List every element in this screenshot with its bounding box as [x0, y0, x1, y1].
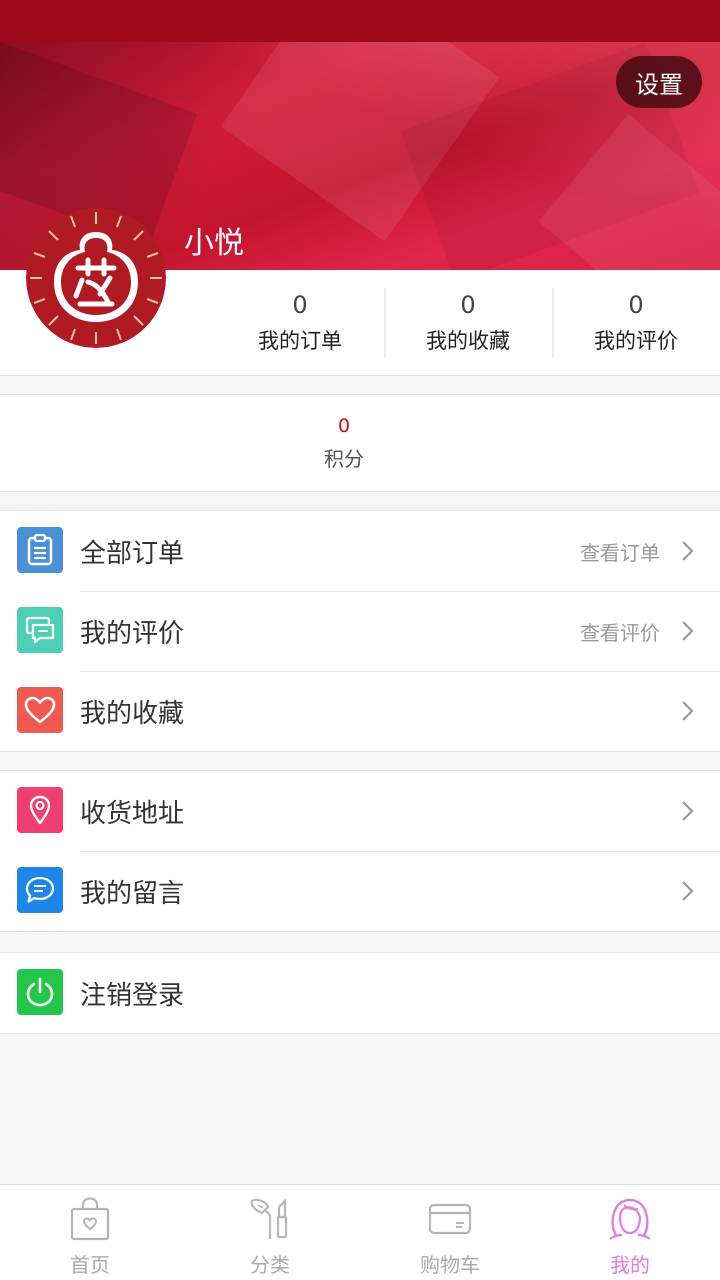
- menu-logout-label: 注销登录: [80, 980, 185, 1011]
- stat-orders[interactable]: 0 我的订单: [216, 270, 384, 376]
- user-face-icon: [609, 1198, 651, 1240]
- makeup-brush-icon: [250, 1198, 288, 1239]
- menu-all-orders-hint: 查看订单: [580, 540, 660, 565]
- clipboard-icon: [17, 527, 63, 573]
- chevron-right-icon: [682, 881, 694, 901]
- tab-category-label: 分类: [250, 1253, 290, 1277]
- menu-all-orders-label: 全部订单: [80, 538, 185, 569]
- status-bar: [0, 0, 720, 42]
- tab-mine-label: 我的: [610, 1253, 650, 1277]
- chevron-right-icon: [682, 541, 694, 561]
- menu-my-reviews[interactable]: 我的评价 查看评价: [0, 591, 720, 671]
- menu-my-reviews-hint: 查看评价: [580, 620, 660, 645]
- stat-reviews[interactable]: 0 我的评价: [552, 270, 720, 376]
- stat-orders-count: 0: [292, 290, 308, 319]
- settings-button[interactable]: 设置: [616, 56, 702, 108]
- menu-my-favorites-label: 我的收藏: [80, 698, 185, 729]
- menu-shipping-address-label: 收货地址: [80, 798, 185, 829]
- chevron-right-icon: [682, 621, 694, 641]
- menu-all-orders[interactable]: 全部订单 查看订单: [0, 511, 720, 591]
- menu-shipping-address[interactable]: 收货地址: [0, 771, 720, 851]
- tab-cart-label: 购物车: [420, 1253, 480, 1277]
- tab-category[interactable]: 分类: [180, 1185, 360, 1280]
- tab-cart[interactable]: 购物车: [360, 1185, 540, 1280]
- menu-group-account: 收货地址 我的留言: [0, 770, 720, 932]
- points-card: 0 积分: [0, 394, 720, 492]
- chevron-right-icon: [682, 701, 694, 721]
- tab-home[interactable]: 首页: [0, 1185, 180, 1280]
- username: 小悦: [184, 226, 244, 261]
- message-icon: [17, 867, 63, 913]
- points-value: 0: [337, 415, 351, 437]
- tab-home-label: 首页: [70, 1253, 110, 1277]
- comment-icon: [17, 607, 63, 653]
- avatar[interactable]: [26, 208, 166, 348]
- menu-logout[interactable]: 注销登录: [0, 953, 720, 1033]
- menu-group-orders: 全部订单 查看订单 我的评价 查看评价 我的收藏: [0, 510, 720, 752]
- stat-favorites-label: 我的收藏: [426, 329, 510, 354]
- chevron-right-icon: [682, 801, 694, 821]
- stat-favorites[interactable]: 0 我的收藏: [384, 270, 552, 376]
- menu-my-messages[interactable]: 我的留言: [0, 851, 720, 931]
- power-icon: [17, 969, 63, 1015]
- stat-reviews-count: 0: [628, 290, 644, 319]
- bottom-tab-bar: 首页 分类 购物车 我的: [0, 1184, 720, 1280]
- stat-reviews-label: 我的评价: [594, 329, 678, 354]
- profile-stats: 0 我的订单 0 我的收藏 0 我的评价: [216, 270, 720, 376]
- menu-my-messages-label: 我的留言: [80, 878, 185, 909]
- card-icon: [428, 1203, 472, 1235]
- stat-orders-label: 我的订单: [258, 329, 342, 354]
- menu-my-favorites[interactable]: 我的收藏: [0, 671, 720, 751]
- tab-mine[interactable]: 我的: [540, 1185, 720, 1280]
- menu-group-logout: 注销登录: [0, 952, 720, 1034]
- points-label: 积分: [324, 447, 364, 471]
- menu-my-reviews-label: 我的评价: [80, 618, 185, 649]
- points[interactable]: 0 积分: [284, 415, 404, 472]
- heart-icon: [17, 687, 63, 733]
- stat-favorites-count: 0: [460, 290, 476, 319]
- location-pin-icon: [17, 787, 63, 833]
- shopping-bag-icon: [70, 1197, 110, 1241]
